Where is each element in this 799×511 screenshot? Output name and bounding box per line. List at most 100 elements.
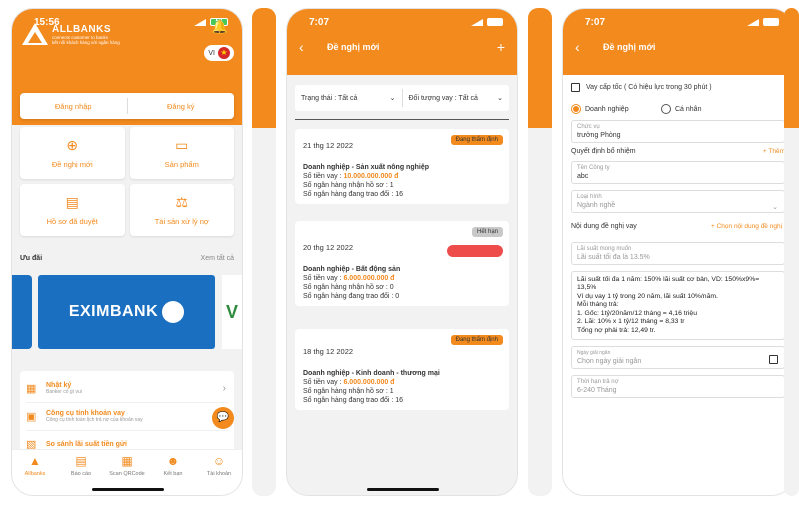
- eximbank-logo-icon: [162, 301, 185, 323]
- offers-title: Ưu đãi: [20, 255, 43, 262]
- tile-products[interactable]: ▭ Sản phẩm: [129, 127, 234, 179]
- request-form: Vay cấp tốc ( Có hiệu lực trong 30 phút …: [563, 75, 793, 495]
- add-appointment-button[interactable]: + Thêm: [763, 148, 785, 155]
- card-icon: ▭: [175, 137, 189, 153]
- document-icon: ▤: [65, 194, 79, 210]
- urgent-loan-checkbox[interactable]: [571, 83, 580, 92]
- add-request-button[interactable]: +: [497, 39, 505, 55]
- banks-talking: Số ngân hàng đang trao đổi : 0: [303, 293, 400, 300]
- field-value: abc: [577, 173, 589, 180]
- login-button[interactable]: Đăng nhập: [20, 102, 127, 111]
- journal-icon: ▦: [26, 382, 37, 395]
- home-icon: ▲: [29, 454, 41, 468]
- company-field[interactable]: Tên Công ty abc: [571, 161, 785, 184]
- list-item-journal[interactable]: ▦ Nhật ký Banker có gì vui ›: [26, 375, 228, 403]
- signal-icon: [471, 18, 483, 26]
- tab-allbanks[interactable]: ▲ Allbanks: [15, 454, 55, 495]
- banks-talking: Số ngân hàng đang trao đổi : 16: [303, 397, 404, 404]
- field-value: Ngành nghề: [577, 202, 616, 209]
- chevron-down-icon: ⌄: [497, 95, 503, 102]
- battery-icon: [763, 18, 779, 26]
- banks-received: Số ngân hàng nhận hồ sơ : 0: [303, 284, 394, 291]
- account-icon: ☺: [212, 454, 226, 468]
- note-line: Lãi suất tối đa 1 năm: 150% lãi suất cơ …: [577, 276, 760, 292]
- next-banner[interactable]: V: [222, 275, 242, 349]
- page-title: Đề nghị mới: [603, 42, 656, 52]
- carousel-divider: [528, 8, 552, 496]
- menu-grid: ⊕ Đề nghị mới ▭ Sản phẩm ▤ Hồ sơ đã duyệt ⚖…: [20, 127, 234, 236]
- calendar-icon[interactable]: [769, 355, 778, 365]
- radio-business-label: Doanh nghiệp: [585, 105, 629, 113]
- appointment-row: Quyết định bổ nhiệm + Thêm: [571, 148, 785, 155]
- auth-bar: Đăng nhập Đăng ký: [20, 93, 234, 119]
- field-label: Lãi suất mong muốn: [577, 246, 632, 252]
- tile-new-request[interactable]: ⊕ Đề nghị mới: [20, 127, 125, 179]
- repayment-term-field[interactable]: Thời hạn trả nợ 6-240 Tháng: [571, 375, 785, 399]
- status-time: 7:07: [309, 16, 330, 28]
- loan-amount-row: Số tiền vay : 10.000.000.000 đ: [303, 173, 501, 180]
- asset-icon: ⚖: [175, 194, 189, 210]
- banner-eximbank[interactable]: EXIMBANK: [38, 275, 215, 349]
- loan-amount-row: Số tiền vay : 6.000.000.000 đ: [303, 379, 501, 386]
- field-label: Chức vụ: [577, 124, 600, 130]
- urgent-loan-row[interactable]: Vay cấp tốc ( Có hiệu lực trong 30 phút …: [571, 83, 785, 92]
- language-switch[interactable]: VI ★: [204, 45, 234, 61]
- tab-account[interactable]: ☺ Tài khoản: [199, 454, 239, 495]
- bell-icon[interactable]: 🔔: [212, 19, 228, 35]
- brand-logo: ALLBANKS connects customer to banks kết …: [22, 23, 120, 45]
- target-filter-label: Đối tượng vay : Tất cả: [408, 94, 478, 102]
- status-filter[interactable]: Trạng thái : Tất cả ⌄: [295, 85, 402, 111]
- phone-home: 15:56 58 ALLBANKS connects customer to b…: [11, 8, 243, 496]
- amount-label: Số tiền vay :: [303, 379, 344, 386]
- back-arrow-icon[interactable]: ‹: [575, 39, 580, 55]
- content-row: Nội dung đề nghị vay + Chọn nội dung đề …: [571, 223, 785, 230]
- request-card[interactable]: Đang thẩm định 21 thg 12 2022 Doanh nghi…: [295, 129, 509, 204]
- radio-business[interactable]: [571, 104, 581, 114]
- offers-carousel[interactable]: EXIMBANK V: [12, 271, 242, 351]
- chat-fab-button[interactable]: 💬: [212, 407, 234, 429]
- see-all-link[interactable]: Xem tất cả: [201, 255, 234, 262]
- back-arrow-icon[interactable]: ‹: [299, 39, 304, 55]
- nav-bar: 7:07 ‹ Đề nghị mới: [563, 9, 793, 75]
- expired-indicator: [447, 245, 503, 257]
- request-card[interactable]: Hết hạn 20 thg 12 2022 Doanh nghiệp - Bấ…: [295, 221, 509, 306]
- carousel-divider: [252, 8, 276, 496]
- radio-personal-label: Cá nhân: [675, 105, 702, 113]
- chevron-down-icon: ⌄: [772, 204, 778, 211]
- list-subtitle: Banker có gì vui: [46, 389, 82, 395]
- offers-header: Ưu đãi Xem tất cả: [20, 255, 234, 262]
- register-button[interactable]: Đăng ký: [128, 102, 235, 111]
- brand-tagline-vi: kết nối khách hàng với ngân hàng: [52, 39, 120, 45]
- add-friend-icon: ☻: [166, 454, 180, 468]
- tile-label: Đề nghị mới: [51, 160, 93, 169]
- business-type-select[interactable]: Loại hình Ngành nghề ⌄: [571, 190, 785, 213]
- calculator-icon: ▣: [26, 410, 37, 423]
- appointment-label: Quyết định bổ nhiệm: [571, 148, 636, 155]
- note-line: 2. Lãi: 10% x 1 tỷ/12 tháng = 8,33 tr: [577, 318, 685, 326]
- prev-banner[interactable]: [12, 275, 32, 349]
- choose-content-button[interactable]: + Chọn nội dung đề nghị: [711, 223, 785, 230]
- tile-assets[interactable]: ⚖ Tài sản xử lý nợ: [129, 184, 234, 236]
- status-badge: Hết hạn: [471, 227, 503, 237]
- tile-approved[interactable]: ▤ Hồ sơ đã duyệt: [20, 184, 125, 236]
- new-request-icon: ⊕: [66, 137, 79, 153]
- interest-rate-field[interactable]: Lãi suất mong muốn Lãi suất tối đa là 13…: [571, 242, 785, 265]
- request-card[interactable]: Đang thẩm định 18 thg 12 2022 Doanh nghi…: [295, 329, 509, 410]
- field-placeholder: Chọn ngày giải ngân: [577, 358, 642, 366]
- brand-name: ALLBANKS: [52, 23, 111, 35]
- signal-icon: [747, 18, 759, 26]
- request-kind: Doanh nghiệp - Sản xuất nông nghiệp: [303, 164, 429, 171]
- disbursement-date-field[interactable]: Ngày giải ngân Chọn ngày giải ngân: [571, 346, 785, 370]
- list-item-loan-calc[interactable]: ▣ Công cụ tính khoản vay Công cụ tính toá…: [26, 403, 228, 431]
- position-field[interactable]: Chức vụ trưởng Phòng: [571, 120, 785, 143]
- field-label: Ngày giải ngân: [577, 350, 611, 357]
- tile-label: Hồ sơ đã duyệt: [46, 217, 98, 226]
- target-filter[interactable]: Đối tượng vay : Tất cả ⌄: [403, 85, 510, 111]
- battery-icon: [487, 18, 503, 26]
- tab-label: Scan QRCode: [109, 471, 145, 477]
- divider: [295, 119, 509, 120]
- loan-amount-row: Số tiền vay : 6.000.000.000 đ: [303, 275, 501, 282]
- tile-label: Sản phẩm: [164, 160, 199, 169]
- banks-received: Số ngân hàng nhận hồ sơ : 1: [303, 388, 394, 395]
- radio-personal[interactable]: [661, 104, 671, 114]
